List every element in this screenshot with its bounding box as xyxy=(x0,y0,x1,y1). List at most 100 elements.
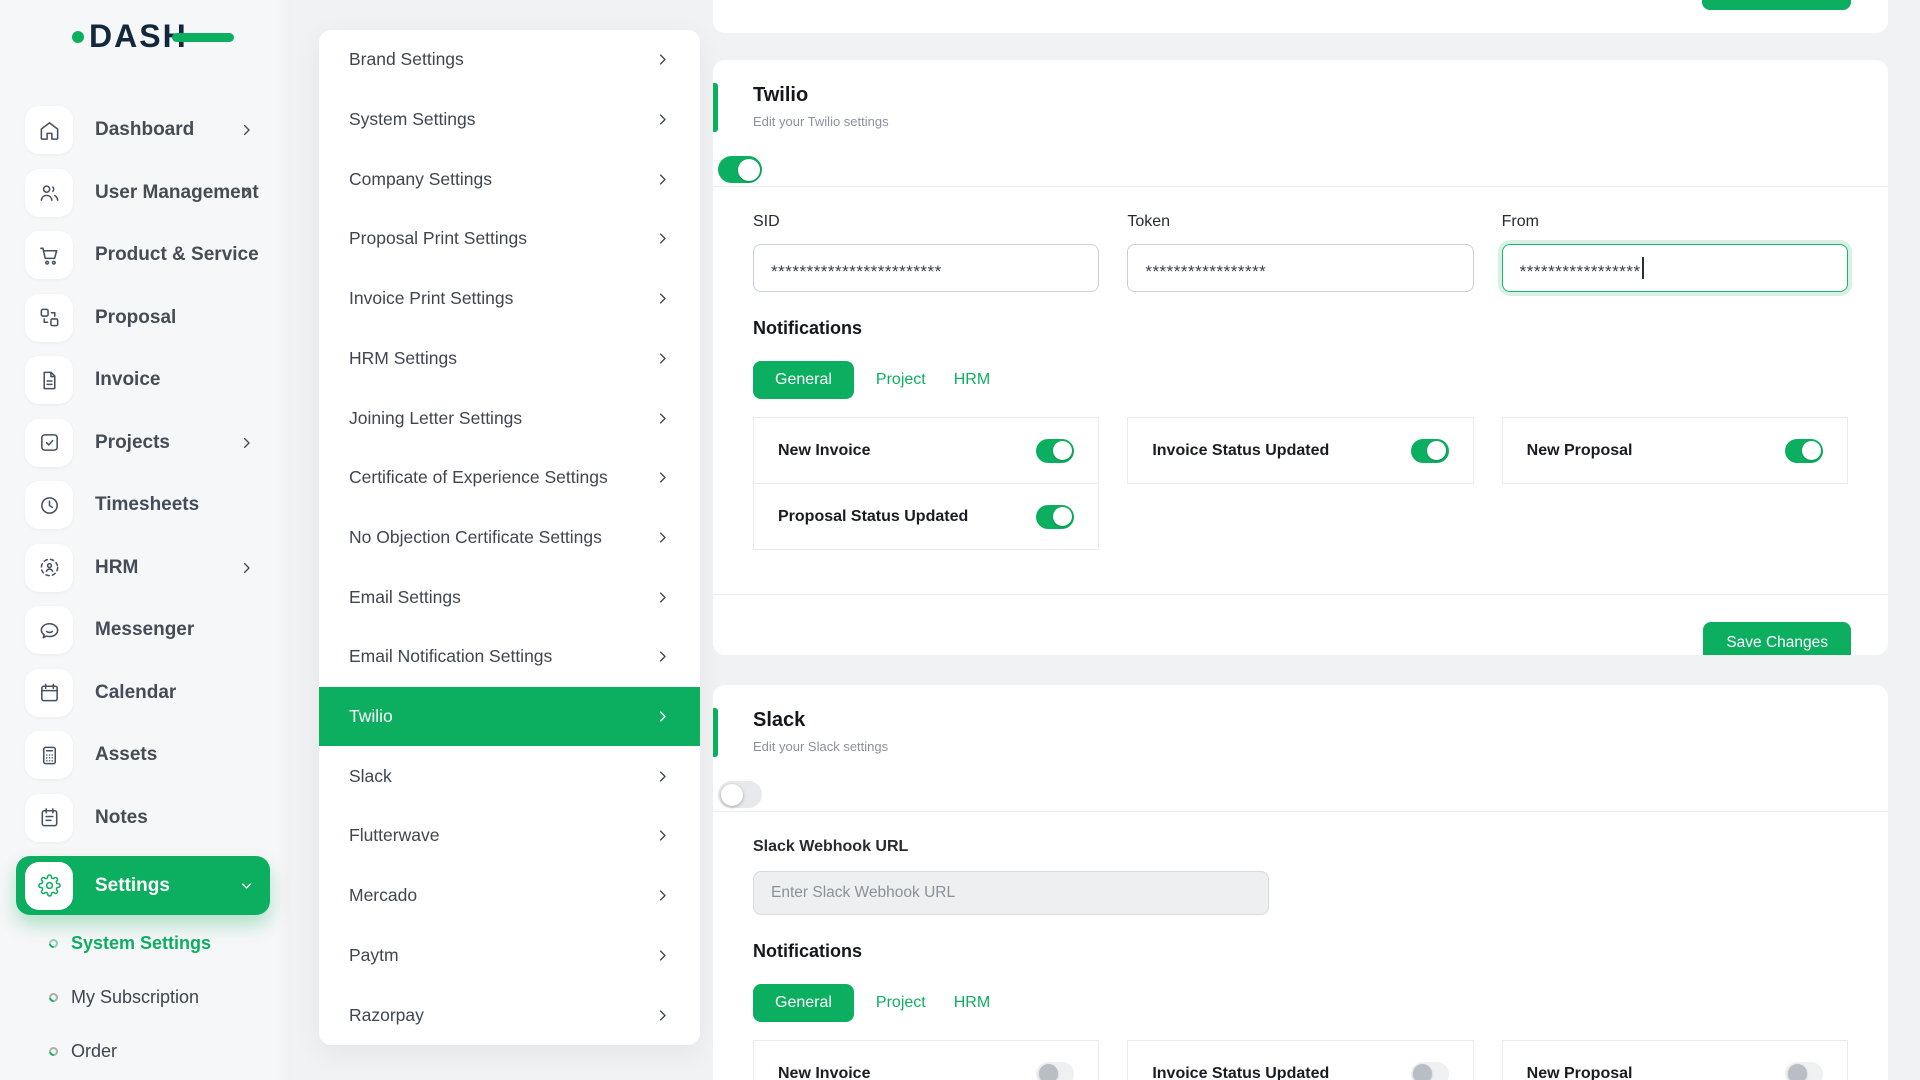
slack-enable-toggle[interactable] xyxy=(718,781,762,808)
chevron-right-icon xyxy=(655,888,670,903)
notification-toggle[interactable] xyxy=(1785,439,1823,463)
slack-notification-tabs: General Project HRM xyxy=(753,984,1848,1022)
notification-toggle[interactable] xyxy=(1036,1062,1074,1080)
toggle-knob xyxy=(1802,441,1821,460)
chevron-right-icon xyxy=(655,411,670,426)
settings-menu-item-certificate-of-experience-settings[interactable]: Certificate of Experience Settings xyxy=(319,448,700,508)
field-token: Token***************** xyxy=(1127,213,1473,292)
notification-toggle[interactable] xyxy=(1411,439,1449,463)
settings-menu-item-brand-settings[interactable]: Brand Settings xyxy=(319,30,700,90)
settings-menu-item-label: No Objection Certificate Settings xyxy=(349,527,602,548)
sidebar-item-dashboard[interactable]: Dashboard xyxy=(0,99,290,162)
settings-menu-item-label: Email Notification Settings xyxy=(349,646,552,667)
field-from: From***************** xyxy=(1502,213,1848,292)
tab-project[interactable]: Project xyxy=(876,994,926,1012)
settings-menu-item-label: Email Settings xyxy=(349,587,461,608)
twilio-card-header: Twilio Edit your Twilio settings xyxy=(713,60,1888,156)
settings-menu-item-email-settings[interactable]: Email Settings xyxy=(319,567,700,627)
settings-menu-item-flutterwave[interactable]: Flutterwave xyxy=(319,806,700,866)
sidebar-subitem-my-subscription[interactable]: My Subscription xyxy=(0,970,290,1024)
twilio-title: Twilio xyxy=(753,84,1848,107)
sidebar-item-user-management[interactable]: User Management xyxy=(0,162,290,225)
settings-menu-item-mercado[interactable]: Mercado xyxy=(319,866,700,926)
notification-item-new-proposal: New Proposal xyxy=(1502,1040,1848,1080)
sidebar-item-proposal[interactable]: Proposal xyxy=(0,287,290,350)
projects-icon xyxy=(25,419,73,467)
toggle-knob xyxy=(1788,1064,1807,1080)
settings-menu-item-no-objection-certificate-settings[interactable]: No Objection Certificate Settings xyxy=(319,508,700,568)
settings-menu-item-paytm[interactable]: Paytm xyxy=(319,926,700,986)
settings-menu-item-proposal-print-settings[interactable]: Proposal Print Settings xyxy=(319,209,700,269)
sidebar-subitem-order[interactable]: Order xyxy=(0,1024,290,1078)
settings-menu-item-label: Twilio xyxy=(349,706,393,727)
sid-input[interactable]: ************************ xyxy=(753,244,1099,292)
clock-icon xyxy=(25,481,73,529)
settings-menu-item-slack[interactable]: Slack xyxy=(319,746,700,806)
chevron-right-icon xyxy=(655,351,670,366)
notification-toggle[interactable] xyxy=(1411,1062,1449,1080)
slack-notifications-title: Notifications xyxy=(753,941,1848,962)
twilio-enable-toggle[interactable] xyxy=(718,156,762,183)
settings-menu-item-hrm-settings[interactable]: HRM Settings xyxy=(319,329,700,389)
chevron-right-icon xyxy=(655,231,670,246)
settings-menu-item-system-settings[interactable]: System Settings xyxy=(319,90,700,150)
sidebar-item-projects[interactable]: Projects xyxy=(0,412,290,475)
settings-menu-item-company-settings[interactable]: Company Settings xyxy=(319,149,700,209)
settings-menu-item-email-notification-settings[interactable]: Email Notification Settings xyxy=(319,627,700,687)
sidebar-item-settings[interactable]: Settings xyxy=(16,856,270,915)
sidebar-item-messenger[interactable]: Messenger xyxy=(0,599,290,662)
sidebar-item-notes[interactable]: Notes xyxy=(0,787,290,850)
app-logo[interactable]: DASH xyxy=(72,18,188,55)
settings-menu-item-invoice-print-settings[interactable]: Invoice Print Settings xyxy=(319,269,700,329)
text-cursor xyxy=(1642,257,1644,279)
settings-sub-nav: System SettingsMy SubscriptionOrder xyxy=(0,916,290,1078)
notification-toggle[interactable] xyxy=(1036,505,1074,529)
tab-general[interactable]: General xyxy=(753,984,854,1022)
chevron-right-icon xyxy=(655,291,670,306)
save-changes-button-partial[interactable] xyxy=(1702,0,1851,10)
settings-menu-item-label: Proposal Print Settings xyxy=(349,228,527,249)
twilio-card: Twilio Edit your Twilio settings SID****… xyxy=(713,60,1888,655)
notification-item-new-invoice: New Invoice xyxy=(753,417,1099,484)
tab-hrm[interactable]: HRM xyxy=(954,371,990,389)
sidebar-subitem-system-settings[interactable]: System Settings xyxy=(0,916,290,970)
spacer xyxy=(753,550,1848,594)
settings-menu-item-razorpay[interactable]: Razorpay xyxy=(319,985,700,1045)
settings-menu-item-label: Slack xyxy=(349,766,392,787)
save-changes-button[interactable]: Save Changes xyxy=(1703,622,1851,655)
sidebar-item-timesheets[interactable]: Timesheets xyxy=(0,474,290,537)
sidebar-item-product-service[interactable]: Product & Service xyxy=(0,224,290,287)
settings-menu-item-twilio[interactable]: Twilio xyxy=(319,687,700,747)
sidebar-item-hrm[interactable]: HRM xyxy=(0,537,290,600)
sidebar-item-assets[interactable]: Assets xyxy=(0,724,290,787)
slack-webhook-input[interactable] xyxy=(753,871,1269,915)
twilio-notifications-title: Notifications xyxy=(753,318,1848,339)
settings-menu-item-joining-letter-settings[interactable]: Joining Letter Settings xyxy=(319,388,700,448)
toggle-knob xyxy=(1427,441,1446,460)
tab-project[interactable]: Project xyxy=(876,371,926,389)
tab-hrm[interactable]: HRM xyxy=(954,994,990,1012)
notification-toggle[interactable] xyxy=(1036,439,1074,463)
tab-general[interactable]: General xyxy=(753,361,854,399)
sidebar-item-label: HRM xyxy=(95,557,138,579)
toggle-knob xyxy=(738,159,760,181)
notification-item-proposal-status-updated: Proposal Status Updated xyxy=(753,483,1099,550)
sidebar-nav: DashboardUser ManagementProduct & Servic… xyxy=(0,99,290,1078)
sidebar-item-label: Notes xyxy=(95,807,148,829)
masked-value: ************************ xyxy=(771,255,942,282)
settings-menu-item-label: Razorpay xyxy=(349,1005,424,1026)
previous-card-partial xyxy=(713,0,1888,33)
chevron-right-icon xyxy=(655,590,670,605)
from-input[interactable]: ***************** xyxy=(1502,244,1848,292)
masked-value: ***************** xyxy=(1145,255,1266,282)
chevron-right-icon xyxy=(239,185,254,200)
twilio-card-body: SID************************Token********… xyxy=(713,187,1888,594)
sidebar-item-calendar[interactable]: Calendar xyxy=(0,662,290,725)
token-input[interactable]: ***************** xyxy=(1127,244,1473,292)
chevron-right-icon xyxy=(239,435,254,450)
gear-icon xyxy=(25,862,73,910)
notification-item-invoice-status-updated: Invoice Status Updated xyxy=(1127,417,1473,484)
sidebar-item-invoice[interactable]: Invoice xyxy=(0,349,290,412)
toggle-knob xyxy=(1039,1064,1058,1080)
notification-toggle[interactable] xyxy=(1785,1062,1823,1080)
